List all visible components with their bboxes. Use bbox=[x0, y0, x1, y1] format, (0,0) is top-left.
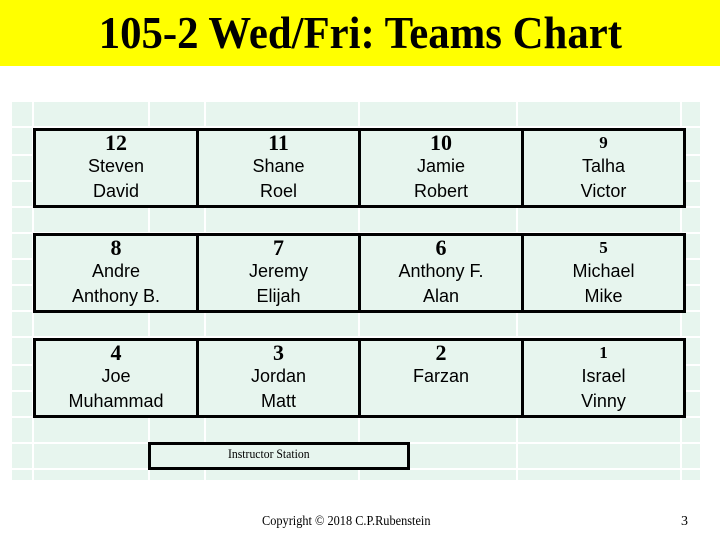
team-member: Talha bbox=[581, 156, 626, 176]
team-member: Jordan bbox=[250, 366, 307, 386]
team-member: Roel bbox=[259, 181, 298, 201]
team-member: Elijah bbox=[256, 286, 301, 306]
copyright-footer: Copyright © 2018 C.P.Rubenstein bbox=[262, 514, 431, 529]
team-number: 4 bbox=[110, 340, 122, 365]
team-member: Anthony B. bbox=[71, 286, 161, 306]
team-table-9: 9 Talha Victor bbox=[521, 128, 686, 208]
team-table-8: 8 Andre Anthony B. bbox=[33, 233, 199, 313]
team-member: Victor bbox=[580, 181, 627, 201]
team-number: 6 bbox=[435, 235, 447, 260]
team-member: Farzan bbox=[412, 366, 470, 386]
team-member: Anthony F. bbox=[398, 261, 484, 281]
team-member: Alan bbox=[422, 286, 460, 306]
team-number: 11 bbox=[268, 130, 289, 155]
team-member: Mike bbox=[584, 286, 623, 306]
team-table-5: 5 Michael Mike bbox=[521, 233, 686, 313]
team-table-1: 1 Israel Vinny bbox=[521, 338, 686, 418]
team-member: Robert bbox=[413, 181, 469, 201]
page-number: 3 bbox=[681, 514, 688, 529]
team-table-11: 11 Shane Roel bbox=[196, 128, 361, 208]
team-member: Andre bbox=[91, 261, 141, 281]
team-table-2: 2 Farzan bbox=[358, 338, 524, 418]
title-banner: 105-2 Wed/Fri: Teams Chart bbox=[0, 0, 720, 66]
instructor-station: Instructor Station bbox=[148, 442, 410, 470]
team-member: Shane bbox=[252, 156, 305, 176]
team-table-3: 3 Jordan Matt bbox=[196, 338, 361, 418]
team-member: David bbox=[92, 181, 140, 201]
team-member: Joe bbox=[101, 366, 131, 386]
team-member: Israel bbox=[581, 366, 626, 386]
team-number: 8 bbox=[110, 235, 122, 260]
team-number: 3 bbox=[273, 340, 284, 365]
team-member: Michael bbox=[572, 261, 635, 281]
team-number: 9 bbox=[599, 133, 608, 152]
team-number: 2 bbox=[435, 340, 447, 365]
team-member: Jamie bbox=[416, 156, 465, 176]
team-member: Jeremy bbox=[248, 261, 308, 281]
team-table-12: 12 Steven David bbox=[33, 128, 199, 208]
team-member: Steven bbox=[87, 156, 145, 176]
team-member: Vinny bbox=[581, 391, 626, 411]
team-table-4: 4 Joe Muhammad bbox=[33, 338, 199, 418]
team-number: 7 bbox=[273, 235, 284, 260]
team-number: 10 bbox=[430, 130, 452, 155]
team-member: Matt bbox=[260, 391, 296, 411]
team-number: 12 bbox=[105, 130, 127, 155]
team-table-6: 6 Anthony F. Alan bbox=[358, 233, 524, 313]
team-number: 1 bbox=[599, 343, 608, 362]
team-table-10: 10 Jamie Robert bbox=[358, 128, 524, 208]
team-table-7: 7 Jeremy Elijah bbox=[196, 233, 361, 313]
instructor-station-label: Instructor Station bbox=[228, 446, 310, 461]
team-number: 5 bbox=[599, 238, 608, 257]
team-member: Muhammad bbox=[68, 391, 164, 411]
page-title: 105-2 Wed/Fri: Teams Chart bbox=[98, 7, 622, 58]
